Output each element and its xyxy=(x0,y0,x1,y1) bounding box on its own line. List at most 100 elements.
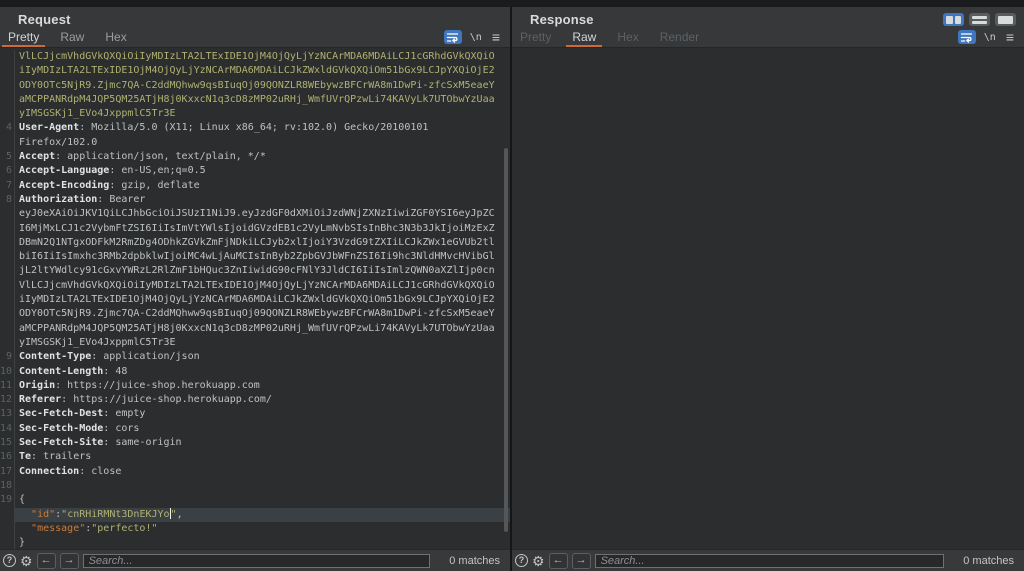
code-line: iIyMDIzLTA2LTExIDE1OjM4OjQyLjYzNCArMDA6M… xyxy=(0,64,510,79)
code-text: Accept: application/json, text/plain, */… xyxy=(19,151,266,163)
previous-match-button[interactable]: ← xyxy=(36,552,56,569)
code-line: "message":"perfecto!" xyxy=(0,521,510,537)
layout-single-button[interactable] xyxy=(995,13,1016,26)
code-line: I6MjMxLCJ1c2VybmFtZSI6IiIsImVtYWlsIjoidG… xyxy=(0,221,510,236)
line-number xyxy=(0,293,15,308)
next-match-button[interactable]: → xyxy=(571,552,591,569)
line-number: 14 xyxy=(0,421,15,437)
request-tabs-row: Pretty Raw Hex \n ≡ xyxy=(0,29,510,48)
line-number xyxy=(0,78,15,93)
code-text: User-Agent: Mozilla/5.0 (X11; Linux x86_… xyxy=(19,122,429,134)
code-line: } xyxy=(0,536,510,549)
code-text: VlLCJjcmVhdGVkQXQiOiIyMDIzLTA2LTExIDE1Oj… xyxy=(19,279,495,291)
code-line: 14 Sec-Fetch-Mode: cors xyxy=(0,421,510,437)
code-line: ODY0OTc5NjR9.Zjmc7QA-C2ddMQhww9qsBIuqOj0… xyxy=(0,307,510,322)
line-number: 18 xyxy=(0,478,15,494)
line-number xyxy=(0,278,15,294)
code-text: biI6IiIsImxhc3RMb2dpbklwIjoiMC4wLjAuMCIs… xyxy=(19,251,495,263)
code-line: 8 Authorization: Bearer xyxy=(0,192,510,208)
line-number xyxy=(0,521,15,537)
line-number: 5 xyxy=(0,150,15,165)
response-search-bar: ? ⚙ ← → 0 matches xyxy=(512,549,1024,571)
code-line: eyJ0eXAiOiJKV1QiLCJhbGciOiJSUzI1NiJ9.eyJ… xyxy=(0,207,510,222)
code-line: yIMSGSKj1_EVo4JxppmlC5Tr3E xyxy=(0,107,510,122)
code-line: 9 Content-Type: application/json xyxy=(0,350,510,365)
line-number xyxy=(0,307,15,322)
line-number: 13 xyxy=(0,407,15,422)
line-number: 17 xyxy=(0,464,15,479)
code-text: Accept-Language: en-US,en;q=0.5 xyxy=(19,165,206,177)
help-icon[interactable]: ? xyxy=(515,554,528,567)
editor-menu-button[interactable]: ≡ xyxy=(492,30,500,44)
response-panel-title: Response xyxy=(530,12,594,27)
word-wrap-toggle-button[interactable] xyxy=(957,30,976,44)
code-text: Referer: https://juice-shop.herokuapp.co… xyxy=(19,394,272,406)
code-text: "message":"perfecto!" xyxy=(31,522,158,534)
code-line: "id":"cnRHiRMNt3DnEKJYo", xyxy=(0,507,510,522)
word-wrap-toggle-button[interactable] xyxy=(443,30,462,44)
tab-hex[interactable]: Hex xyxy=(99,29,132,47)
word-wrap-icon xyxy=(447,32,459,43)
code-text: Content-Length: 48 xyxy=(19,365,128,377)
code-line: 13 Sec-Fetch-Dest: empty xyxy=(0,407,510,422)
request-editor[interactable]: VlLCJjcmVhdGVkQXQiOiIyMDIzLTA2LTExIDE1Oj… xyxy=(0,48,510,549)
line-number xyxy=(0,507,15,522)
tab-pretty: Pretty xyxy=(520,30,552,44)
help-icon[interactable]: ? xyxy=(3,554,16,567)
search-settings-gear-icon[interactable]: ⚙ xyxy=(20,554,33,568)
line-number xyxy=(0,50,15,65)
code-text: Authorization: Bearer xyxy=(19,193,146,205)
code-line: 15 Sec-Fetch-Site: same-origin xyxy=(0,436,510,451)
code-text: eyJ0eXAiOiJKV1QiLCJhbGciOiJSUzI1NiJ9.eyJ… xyxy=(19,208,495,220)
code-line: 16 Te: trailers xyxy=(0,450,510,465)
previous-match-button[interactable]: ← xyxy=(548,552,568,569)
line-number xyxy=(0,64,15,79)
code-text: yIMSGSKj1_EVo4JxppmlC5Tr3E xyxy=(19,336,176,348)
tab-hex: Hex xyxy=(617,30,639,44)
layout-columns-button[interactable] xyxy=(943,13,964,26)
tab-raw[interactable]: Raw xyxy=(566,29,603,47)
layout-rows-button[interactable] xyxy=(969,13,990,26)
line-number: 6 xyxy=(0,164,15,179)
show-newlines-toggle[interactable]: \n xyxy=(470,32,482,43)
code-line: DBmN2Q1NTgxODFkM2RmZDg4ODhkZGVkZmFjNDkiL… xyxy=(0,235,510,251)
code-text: Sec-Fetch-Dest: empty xyxy=(19,408,146,420)
request-title-row: Request xyxy=(0,7,510,29)
code-text: I6MjMxLCJ1c2VybmFtZSI6IiIsImVtYWlsIjoidG… xyxy=(19,222,495,234)
response-editor[interactable] xyxy=(512,48,1024,549)
next-match-button[interactable]: → xyxy=(59,552,79,569)
code-line: 5 Accept: application/json, text/plain, *… xyxy=(0,150,510,165)
line-number: 10 xyxy=(0,364,15,379)
show-newlines-toggle[interactable]: \n xyxy=(984,32,996,43)
line-number: 11 xyxy=(0,378,15,394)
search-settings-gear-icon[interactable]: ⚙ xyxy=(532,554,545,568)
request-search-input[interactable] xyxy=(82,553,430,568)
layout-glyph-bar xyxy=(998,15,1013,24)
line-number xyxy=(0,92,15,108)
request-editor-scrollbar[interactable] xyxy=(504,148,508,532)
line-number xyxy=(0,207,15,222)
code-line: 10 Content-Length: 48 xyxy=(0,364,510,379)
layout-glyph-bar xyxy=(972,20,987,24)
code-line: 19 { xyxy=(0,493,510,508)
code-text: Connection: close xyxy=(19,465,122,477)
tab-pretty[interactable]: Pretty xyxy=(2,29,46,47)
code-line: jL2ltYWdlcy91cGxvYWRzL2RlZmF1bHQuc3ZnIiw… xyxy=(0,264,510,279)
request-search-bar: ? ⚙ ← → 0 matches xyxy=(0,549,510,571)
code-text: } xyxy=(19,537,26,549)
code-line: biI6IiIsImxhc3RMb2dpbklwIjoiMC4wLjAuMCIs… xyxy=(0,250,510,265)
code-line: 17 Connection: close xyxy=(0,464,510,479)
editor-menu-button[interactable]: ≡ xyxy=(1006,30,1014,44)
response-search-input[interactable] xyxy=(594,553,944,568)
response-title-row: Response xyxy=(512,7,1024,29)
line-number xyxy=(0,107,15,122)
tab-raw[interactable]: Raw xyxy=(54,29,90,47)
line-number xyxy=(0,321,15,336)
code-text: Te: trailers xyxy=(19,451,92,463)
line-number: 7 xyxy=(0,178,15,193)
message-editor-split-view: Request Pretty Raw Hex \n ≡ VlLCJjcmVhdG… xyxy=(0,7,1024,571)
line-number xyxy=(0,135,15,151)
code-text: Content-Type: application/json xyxy=(19,351,200,363)
response-editor-tools: \n ≡ xyxy=(957,30,1014,47)
